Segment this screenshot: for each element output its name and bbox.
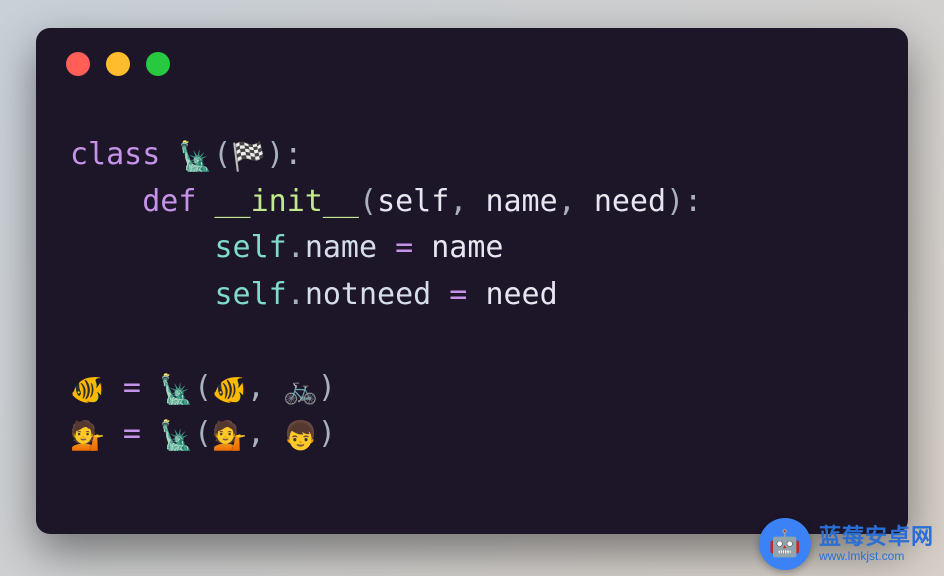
arg2-boy-emoji: 👦 <box>283 419 318 452</box>
paren-close: ) <box>318 416 336 451</box>
paren-close-colon: ): <box>266 137 302 172</box>
watermark-text: 蓝莓安卓网 www.lmkjst.com <box>819 525 934 562</box>
self-ref: self <box>215 277 287 312</box>
watermark-subtitle: www.lmkjst.com <box>819 550 934 563</box>
param-self: self <box>377 184 449 219</box>
arg2-bike-emoji: 🚲 <box>283 373 318 406</box>
watermark-title: 蓝莓安卓网 <box>819 525 934 549</box>
maximize-icon[interactable] <box>146 52 170 76</box>
params-open: ( <box>359 184 377 219</box>
arg1-fish-emoji: 🐠 <box>212 373 247 406</box>
value-name: name <box>431 230 503 265</box>
comma: , <box>449 184 485 219</box>
minimize-icon[interactable] <box>106 52 130 76</box>
lhs-fish-emoji: 🐠 <box>70 373 105 406</box>
dot: . <box>287 277 305 312</box>
arg1-person-emoji: 💁 <box>212 419 247 452</box>
class-name-emoji: 🗽 <box>178 140 213 173</box>
window-traffic-lights <box>36 52 908 76</box>
value-need: need <box>485 277 557 312</box>
comma: , <box>247 370 283 405</box>
lhs-person-emoji: 💁 <box>70 419 105 452</box>
function-name: __init__ <box>215 184 360 219</box>
keyword-def: def <box>142 184 196 219</box>
params-close-colon: ): <box>666 184 702 219</box>
comma: , <box>247 416 283 451</box>
param-name: name <box>485 184 557 219</box>
assign-op: = <box>105 416 159 451</box>
comma: , <box>558 184 594 219</box>
paren-open: ( <box>194 416 212 451</box>
robot-icon: 🤖 <box>769 529 801 559</box>
close-icon[interactable] <box>66 52 90 76</box>
keyword-class: class <box>70 137 160 172</box>
paren-open: ( <box>213 137 231 172</box>
parent-class-emoji: 🏁 <box>231 140 266 173</box>
paren-close: ) <box>318 370 336 405</box>
paren-open: ( <box>194 370 212 405</box>
assign-op: = <box>431 277 485 312</box>
assign-op: = <box>377 230 431 265</box>
code-block: class 🗽(🏁): def __init__(self, name, nee… <box>36 132 908 458</box>
class-ref-emoji: 🗽 <box>159 419 194 452</box>
attr-name: name <box>305 230 377 265</box>
watermark-logo-icon: 🤖 <box>759 518 811 570</box>
assign-op: = <box>105 370 159 405</box>
dot: . <box>287 230 305 265</box>
watermark: 🤖 蓝莓安卓网 www.lmkjst.com <box>759 518 934 570</box>
class-ref-emoji: 🗽 <box>159 373 194 406</box>
param-need: need <box>594 184 666 219</box>
code-window: class 🗽(🏁): def __init__(self, name, nee… <box>36 28 908 534</box>
self-ref: self <box>215 230 287 265</box>
attr-notneed: notneed <box>305 277 431 312</box>
